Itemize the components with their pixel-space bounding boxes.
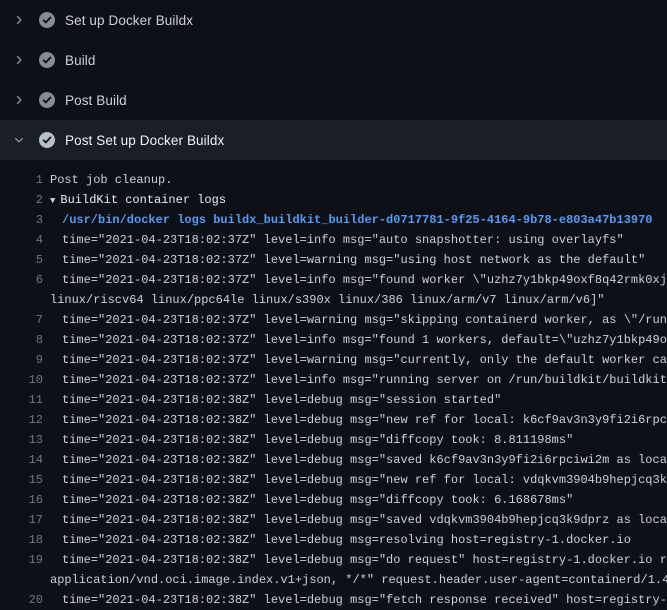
log-line: 20 time="2021-04-23T18:02:38Z" level=debu… xyxy=(0,590,667,610)
log-line-number[interactable]: 15 xyxy=(0,470,43,490)
chevron-right-icon xyxy=(13,54,25,66)
log-line: 5 time="2021-04-23T18:02:37Z" level=warni… xyxy=(0,250,667,270)
log-line: linux/riscv64 linux/ppc64le linux/s390x … xyxy=(0,290,667,310)
log-line-number[interactable]: 18 xyxy=(0,530,43,550)
step-row-build[interactable]: Build xyxy=(0,40,667,80)
log-line: 10 time="2021-04-23T18:02:37Z" level=info… xyxy=(0,370,667,390)
log-line-text: time="2021-04-23T18:02:38Z" level=debug … xyxy=(62,450,667,470)
log-line: application/vnd.oci.image.index.v1+json,… xyxy=(0,570,667,590)
log-line-text: time="2021-04-23T18:02:38Z" level=debug … xyxy=(62,590,667,610)
log-line-text: time="2021-04-23T18:02:38Z" level=debug … xyxy=(62,470,667,490)
log-line: 1 Post job cleanup. xyxy=(0,170,667,190)
log-line-text: time="2021-04-23T18:02:38Z" level=debug … xyxy=(62,490,573,510)
log-line-text: time="2021-04-23T18:02:37Z" level=info m… xyxy=(62,370,667,390)
check-circle-icon xyxy=(39,92,55,108)
step-label: Build xyxy=(65,53,96,68)
log-line-number[interactable]: 17 xyxy=(0,510,43,530)
log-line-text: time="2021-04-23T18:02:38Z" level=debug … xyxy=(62,550,667,570)
check-circle-icon xyxy=(39,12,55,28)
log-line: 13 time="2021-04-23T18:02:38Z" level=debu… xyxy=(0,430,667,450)
log-line-number[interactable]: 10 xyxy=(0,370,43,390)
log-line: 18 time="2021-04-23T18:02:38Z" level=debu… xyxy=(0,530,667,550)
log-line: 6 time="2021-04-23T18:02:37Z" level=info … xyxy=(0,270,667,290)
step-row-post-build[interactable]: Post Build xyxy=(0,80,667,120)
log-command-text: /usr/bin/docker logs buildx_buildkit_bui… xyxy=(62,210,653,230)
group-expanded-triangle-icon: ▼ xyxy=(50,196,55,206)
chevron-down-icon xyxy=(13,134,25,146)
step-label: Post Set up Docker Buildx xyxy=(65,133,224,148)
chevron-right-icon xyxy=(13,94,25,106)
chevron-right-icon xyxy=(13,14,25,26)
log-line: 2 ▼ BuildKit container logs xyxy=(0,190,667,210)
log-line-number[interactable]: 3 xyxy=(0,210,43,230)
log-line-number[interactable]: 6 xyxy=(0,270,43,290)
log-line-number[interactable]: 7 xyxy=(0,310,43,330)
log-line-text: time="2021-04-23T18:02:37Z" level=info m… xyxy=(62,230,624,250)
log-line-text: Post job cleanup. xyxy=(50,170,172,190)
log-line-number xyxy=(0,570,43,590)
log-line-number[interactable]: 9 xyxy=(0,350,43,370)
log-line-text: time="2021-04-23T18:02:37Z" level=info m… xyxy=(62,330,667,350)
log-line-number[interactable]: 12 xyxy=(0,410,43,430)
log-line-number[interactable]: 20 xyxy=(0,590,43,610)
step-label: Set up Docker Buildx xyxy=(65,13,193,28)
group-label: BuildKit container logs xyxy=(60,193,226,207)
log-line-text: time="2021-04-23T18:02:38Z" level=debug … xyxy=(62,510,667,530)
workflow-steps-list: Set up Docker Buildx Build Post Build Post … xyxy=(0,0,667,160)
log-line: 14 time="2021-04-23T18:02:38Z" level=debu… xyxy=(0,450,667,470)
check-circle-icon xyxy=(39,132,55,148)
log-line-number[interactable]: 14 xyxy=(0,450,43,470)
log-line-text: time="2021-04-23T18:02:38Z" level=debug … xyxy=(62,430,573,450)
log-line-number[interactable]: 1 xyxy=(0,170,43,190)
log-line-text: time="2021-04-23T18:02:37Z" level=warnin… xyxy=(62,350,667,370)
step-label: Post Build xyxy=(65,93,127,108)
log-line: 17 time="2021-04-23T18:02:38Z" level=debu… xyxy=(0,510,667,530)
log-viewer: 1 Post job cleanup. 2 ▼ BuildKit container l… xyxy=(0,160,667,610)
check-circle-icon xyxy=(39,52,55,68)
log-line-number[interactable]: 19 xyxy=(0,550,43,570)
log-line-number[interactable]: 16 xyxy=(0,490,43,510)
log-line: 9 time="2021-04-23T18:02:37Z" level=warni… xyxy=(0,350,667,370)
log-line-number[interactable]: 13 xyxy=(0,430,43,450)
log-line-number xyxy=(0,290,43,310)
log-line-number[interactable]: 11 xyxy=(0,390,43,410)
log-line: 7 time="2021-04-23T18:02:37Z" level=warni… xyxy=(0,310,667,330)
log-line-text: time="2021-04-23T18:02:37Z" level=warnin… xyxy=(62,250,645,270)
log-line-number[interactable]: 2 xyxy=(0,190,43,210)
log-group-toggle[interactable]: ▼ BuildKit container logs xyxy=(50,190,226,210)
log-line-text: time="2021-04-23T18:02:38Z" level=debug … xyxy=(62,530,631,550)
log-line-text: application/vnd.oci.image.index.v1+json,… xyxy=(50,570,667,590)
log-line: 19 time="2021-04-23T18:02:38Z" level=debu… xyxy=(0,550,667,570)
log-line-text: linux/riscv64 linux/ppc64le linux/s390x … xyxy=(50,290,605,310)
log-line-text: time="2021-04-23T18:02:38Z" level=debug … xyxy=(62,390,501,410)
step-row-post-set-up-docker-buildx[interactable]: Post Set up Docker Buildx xyxy=(0,120,667,160)
log-line: 4 time="2021-04-23T18:02:37Z" level=info … xyxy=(0,230,667,250)
log-line: 12 time="2021-04-23T18:02:38Z" level=debu… xyxy=(0,410,667,430)
log-line-number[interactable]: 5 xyxy=(0,250,43,270)
log-line: 16 time="2021-04-23T18:02:38Z" level=debu… xyxy=(0,490,667,510)
log-line-number[interactable]: 4 xyxy=(0,230,43,250)
log-line: 3/usr/bin/docker logs buildx_buildkit_bu… xyxy=(0,210,667,230)
step-row-set-up-docker-buildx[interactable]: Set up Docker Buildx xyxy=(0,0,667,40)
log-line: 15 time="2021-04-23T18:02:38Z" level=debu… xyxy=(0,470,667,490)
log-line-text: time="2021-04-23T18:02:37Z" level=warnin… xyxy=(62,310,667,330)
log-line: 8 time="2021-04-23T18:02:37Z" level=info … xyxy=(0,330,667,350)
log-line-number[interactable]: 8 xyxy=(0,330,43,350)
log-line-text: time="2021-04-23T18:02:38Z" level=debug … xyxy=(62,410,667,430)
log-line-text: time="2021-04-23T18:02:37Z" level=info m… xyxy=(62,270,667,290)
log-line: 11 time="2021-04-23T18:02:38Z" level=debu… xyxy=(0,390,667,410)
